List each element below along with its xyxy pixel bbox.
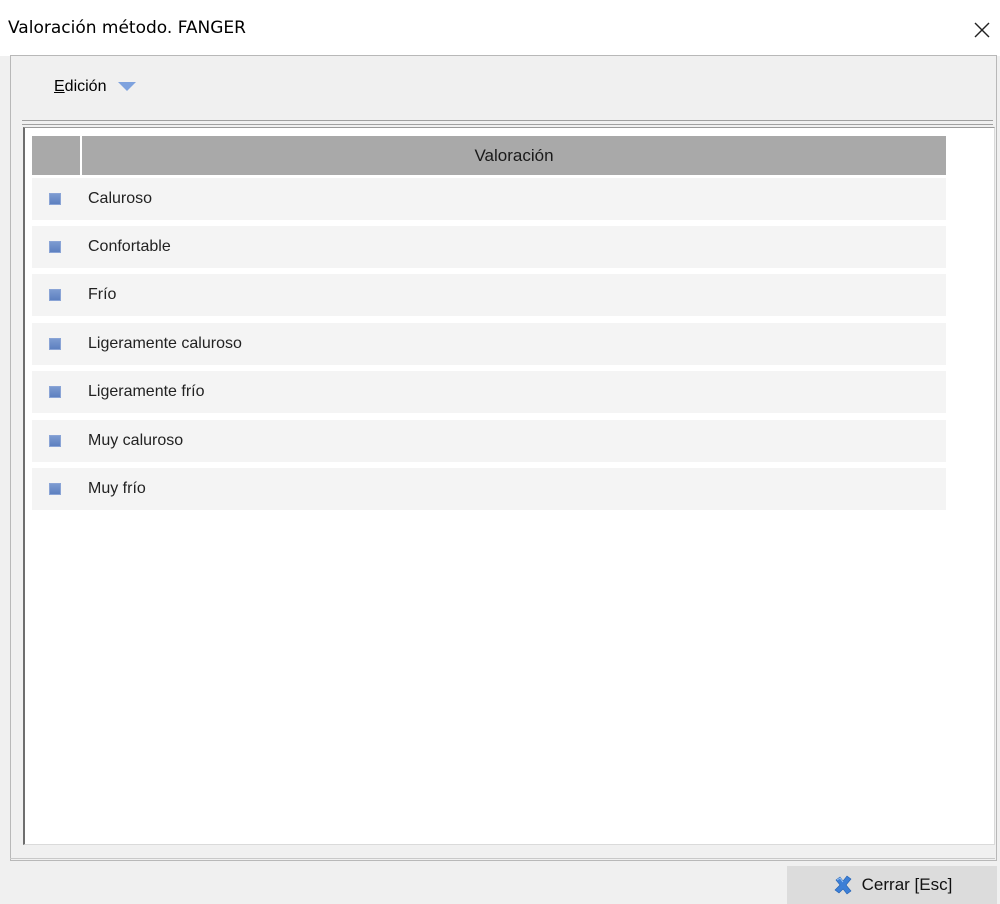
table-row[interactable]: Confortable — [32, 226, 946, 268]
row-label: Muy caluroso — [88, 432, 184, 449]
menu-edicion-accesskey: E — [54, 78, 65, 95]
row-label: Ligeramente frío — [88, 383, 205, 400]
title-bar: Valoración método. FANGER — [0, 0, 1000, 56]
square-bullet-icon — [49, 435, 61, 447]
table-row[interactable]: Caluroso — [32, 178, 946, 220]
menu-edicion[interactable]: Edición — [54, 78, 137, 96]
row-label: Frío — [88, 286, 117, 303]
valoracion-grid[interactable]: Valoración Caluroso Confortable Frío Lig… — [23, 127, 995, 845]
row-label: Ligeramente caluroso — [88, 335, 242, 352]
table-row[interactable]: Muy frío — [32, 468, 946, 510]
table-row[interactable]: Ligeramente frío — [32, 371, 946, 413]
square-bullet-icon — [49, 483, 61, 495]
row-label: Caluroso — [88, 190, 153, 207]
square-bullet-icon — [49, 338, 61, 350]
square-bullet-icon — [49, 241, 61, 253]
footer-separator — [10, 858, 995, 859]
close-icon[interactable] — [972, 20, 992, 40]
x-icon — [834, 875, 852, 895]
column-header-valoracion[interactable]: Valoración — [82, 136, 946, 175]
menu-separator-2 — [22, 124, 993, 125]
table-row[interactable]: Muy caluroso — [32, 420, 946, 462]
table-row[interactable]: Frío — [32, 274, 946, 316]
grid-header-corner — [32, 136, 80, 175]
square-bullet-icon — [49, 193, 61, 205]
menu-edicion-rest: dición — [64, 78, 107, 95]
close-button-label: Cerrar [Esc] — [861, 875, 953, 894]
close-button[interactable]: Cerrar [Esc] — [787, 866, 997, 904]
table-row[interactable]: Ligeramente caluroso — [32, 323, 946, 365]
square-bullet-icon — [49, 386, 61, 398]
window-title: Valoración método. FANGER — [8, 18, 246, 38]
row-label: Confortable — [88, 238, 171, 255]
triangle-down-icon — [118, 82, 137, 91]
menu-separator — [22, 120, 993, 121]
square-bullet-icon — [49, 289, 61, 301]
row-label: Muy frío — [88, 480, 146, 497]
menu-edicion-label: Edición — [54, 78, 106, 96]
